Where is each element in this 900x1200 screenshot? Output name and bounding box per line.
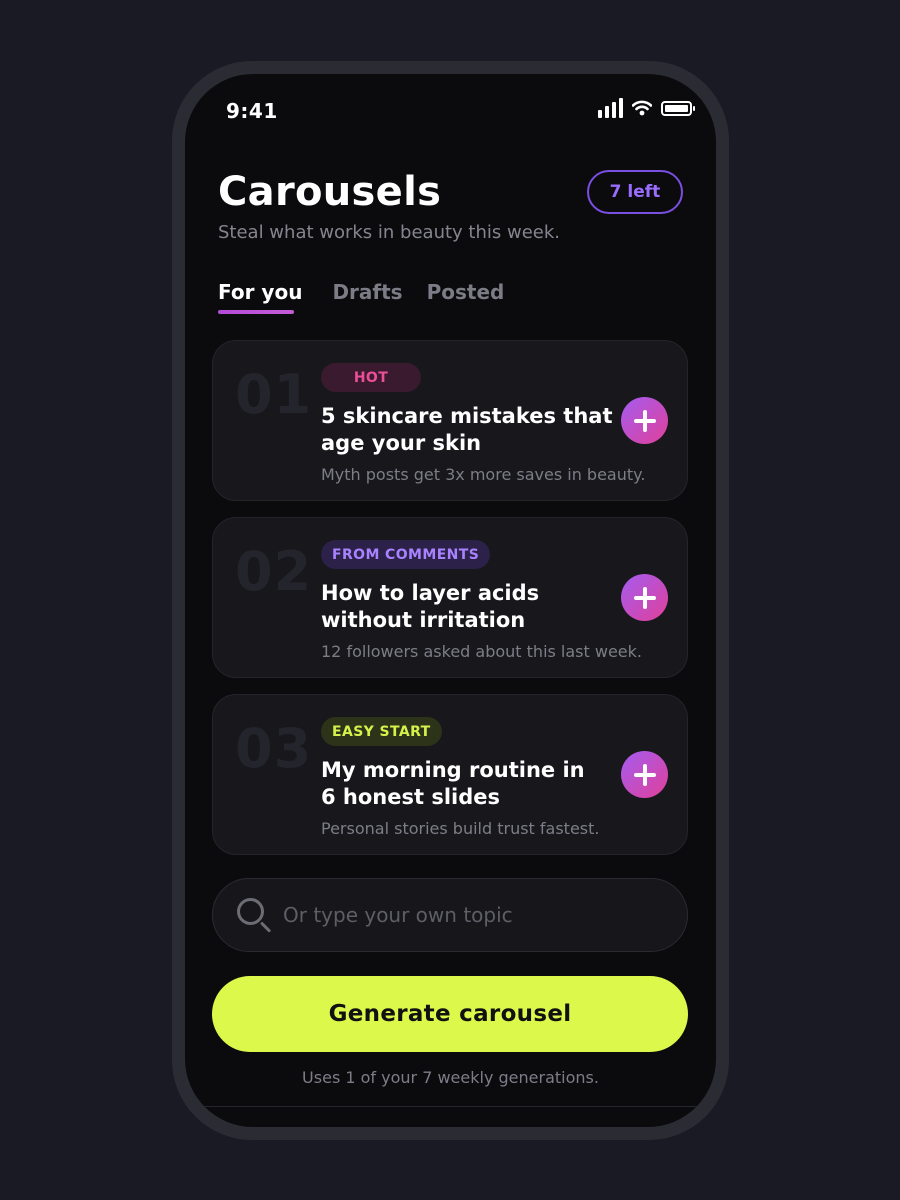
topic-search-input[interactable] bbox=[283, 903, 663, 927]
add-topic-button[interactable] bbox=[621, 397, 668, 444]
card-title: 5 skincare mistakes that age your skin bbox=[321, 403, 641, 457]
plus-icon bbox=[633, 409, 656, 432]
card-note: 12 followers asked about this last week. bbox=[321, 642, 642, 661]
card-title: How to layer acids without irritation bbox=[321, 580, 641, 634]
usage-note: Uses 1 of your 7 weekly generations. bbox=[302, 1068, 599, 1087]
topic-card[interactable]: 02 FROM COMMENTS How to layer acids with… bbox=[212, 517, 688, 678]
bottom-divider bbox=[185, 1106, 716, 1107]
battery-icon bbox=[661, 100, 695, 116]
status-time: 9:41 bbox=[226, 99, 278, 123]
card-title: My morning routine in 6 honest slides bbox=[321, 757, 641, 811]
status-icons bbox=[598, 98, 695, 118]
topic-search-field[interactable] bbox=[212, 878, 688, 952]
card-title-line: 5 skincare mistakes that bbox=[321, 404, 613, 428]
card-title-line: age your skin bbox=[321, 431, 482, 455]
card-note: Personal stories build trust fastest. bbox=[321, 819, 600, 838]
page-title: Carousels bbox=[218, 169, 442, 215]
card-tag: HOT bbox=[321, 363, 421, 392]
add-topic-button[interactable] bbox=[621, 574, 668, 621]
plus-icon bbox=[633, 763, 656, 786]
card-tag: FROM COMMENTS bbox=[321, 540, 491, 569]
quota-badge[interactable]: 7 left bbox=[587, 170, 683, 214]
card-title-line: without irritation bbox=[321, 608, 526, 632]
search-icon bbox=[235, 896, 273, 934]
card-title-line: My morning routine in bbox=[321, 758, 585, 782]
tab-label: Posted bbox=[426, 280, 505, 304]
card-number: 02 bbox=[235, 540, 313, 603]
tab-for-you[interactable]: For you bbox=[218, 280, 303, 314]
tab-bar: For you Drafts Posted bbox=[218, 280, 505, 314]
tab-drafts[interactable]: Drafts bbox=[332, 280, 402, 304]
status-bar: 9:41 bbox=[185, 74, 716, 144]
card-title-line: 6 honest slides bbox=[321, 785, 501, 809]
active-tab-indicator bbox=[218, 310, 294, 314]
tab-label: Drafts bbox=[332, 280, 403, 304]
card-tag: EASY START bbox=[321, 717, 442, 746]
card-title-line: How to layer acids bbox=[321, 581, 540, 605]
tab-label: For you bbox=[218, 280, 303, 304]
page-subtitle: Steal what works in beauty this week. bbox=[218, 222, 560, 243]
phone-screen: 9:41 Carousels 7 left Steal what works i… bbox=[185, 74, 716, 1127]
cellular-signal-icon bbox=[598, 98, 623, 118]
add-topic-button[interactable] bbox=[621, 751, 668, 798]
generate-carousel-button[interactable]: Generate carousel bbox=[212, 976, 688, 1052]
card-note: Myth posts get 3x more saves in beauty. bbox=[321, 465, 646, 484]
wifi-icon bbox=[632, 100, 652, 116]
topic-card[interactable]: 03 EASY START My morning routine in 6 ho… bbox=[212, 694, 688, 855]
topic-card[interactable]: 01 HOT 5 skincare mistakes that age your… bbox=[212, 340, 688, 501]
card-number: 01 bbox=[235, 363, 313, 426]
tab-posted[interactable]: Posted bbox=[427, 280, 505, 304]
card-number: 03 bbox=[235, 717, 313, 780]
plus-icon bbox=[633, 586, 656, 609]
